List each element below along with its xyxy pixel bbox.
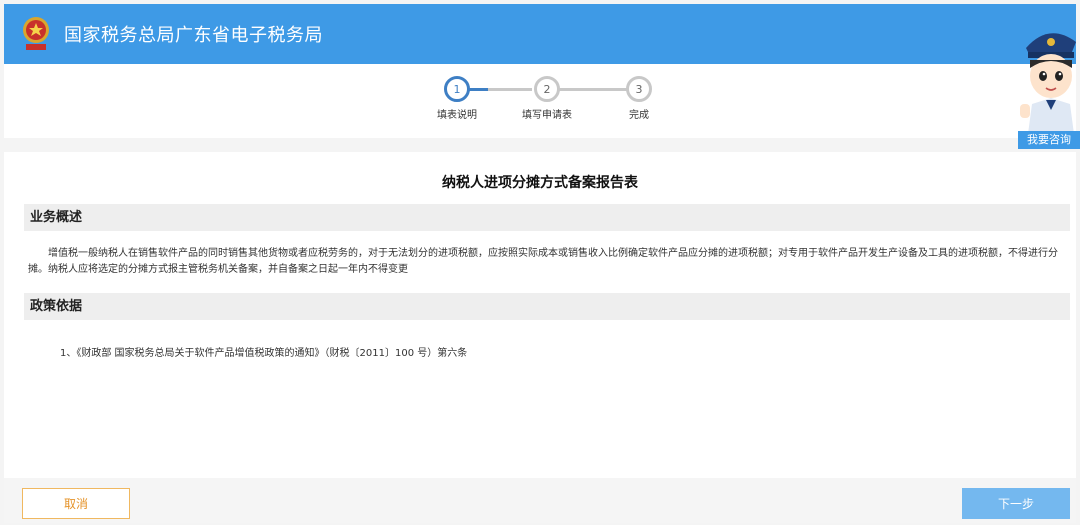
- step-connector: [488, 88, 532, 91]
- policy-section-header: 政策依据: [24, 293, 1070, 320]
- consult-button[interactable]: 我要咨询: [1018, 131, 1080, 149]
- step-connector: [558, 88, 628, 91]
- site-title: 国家税务总局广东省电子税务局: [64, 25, 323, 46]
- step-3-label: 完成: [629, 110, 649, 121]
- step-1-label: 填表说明: [437, 110, 477, 121]
- step-2-circle: 2: [534, 76, 560, 102]
- site-header: 国家税务总局广东省电子税务局: [4, 4, 1076, 64]
- overview-section-header: 业务概述: [24, 204, 1070, 231]
- main-content: 纳税人进项分摊方式备案报告表 业务概述 增值税一般纳税人在销售软件产品的同时销售…: [4, 152, 1076, 478]
- policy-item: 1、《财政部 国家税务总局关于软件产品增值税政策的通知》（财税〔2011〕100…: [60, 348, 468, 359]
- step-1-circle: 1: [444, 76, 470, 102]
- step-3-circle: 3: [626, 76, 652, 102]
- overview-text: 增值税一般纳税人在销售软件产品的同时销售其他货物或者应税劳务的，对于无法划分的进…: [28, 248, 1058, 275]
- cancel-button[interactable]: 取消: [22, 488, 130, 519]
- footer-bar: 取消 下一步: [4, 478, 1076, 523]
- document-title: 纳税人进项分摊方式备案报告表: [442, 175, 638, 191]
- tax-emblem-icon: [18, 14, 54, 54]
- app-window: 国家税务总局广东省电子税务局 1 2 3 填表说明 填写申请表 完成 我要咨询 …: [0, 0, 1080, 525]
- next-step-button[interactable]: 下一步: [962, 488, 1070, 519]
- step-2-label: 填写申请表: [522, 110, 572, 121]
- step-progress-bar: 1 2 3 填表说明 填写申请表 完成: [4, 64, 1076, 138]
